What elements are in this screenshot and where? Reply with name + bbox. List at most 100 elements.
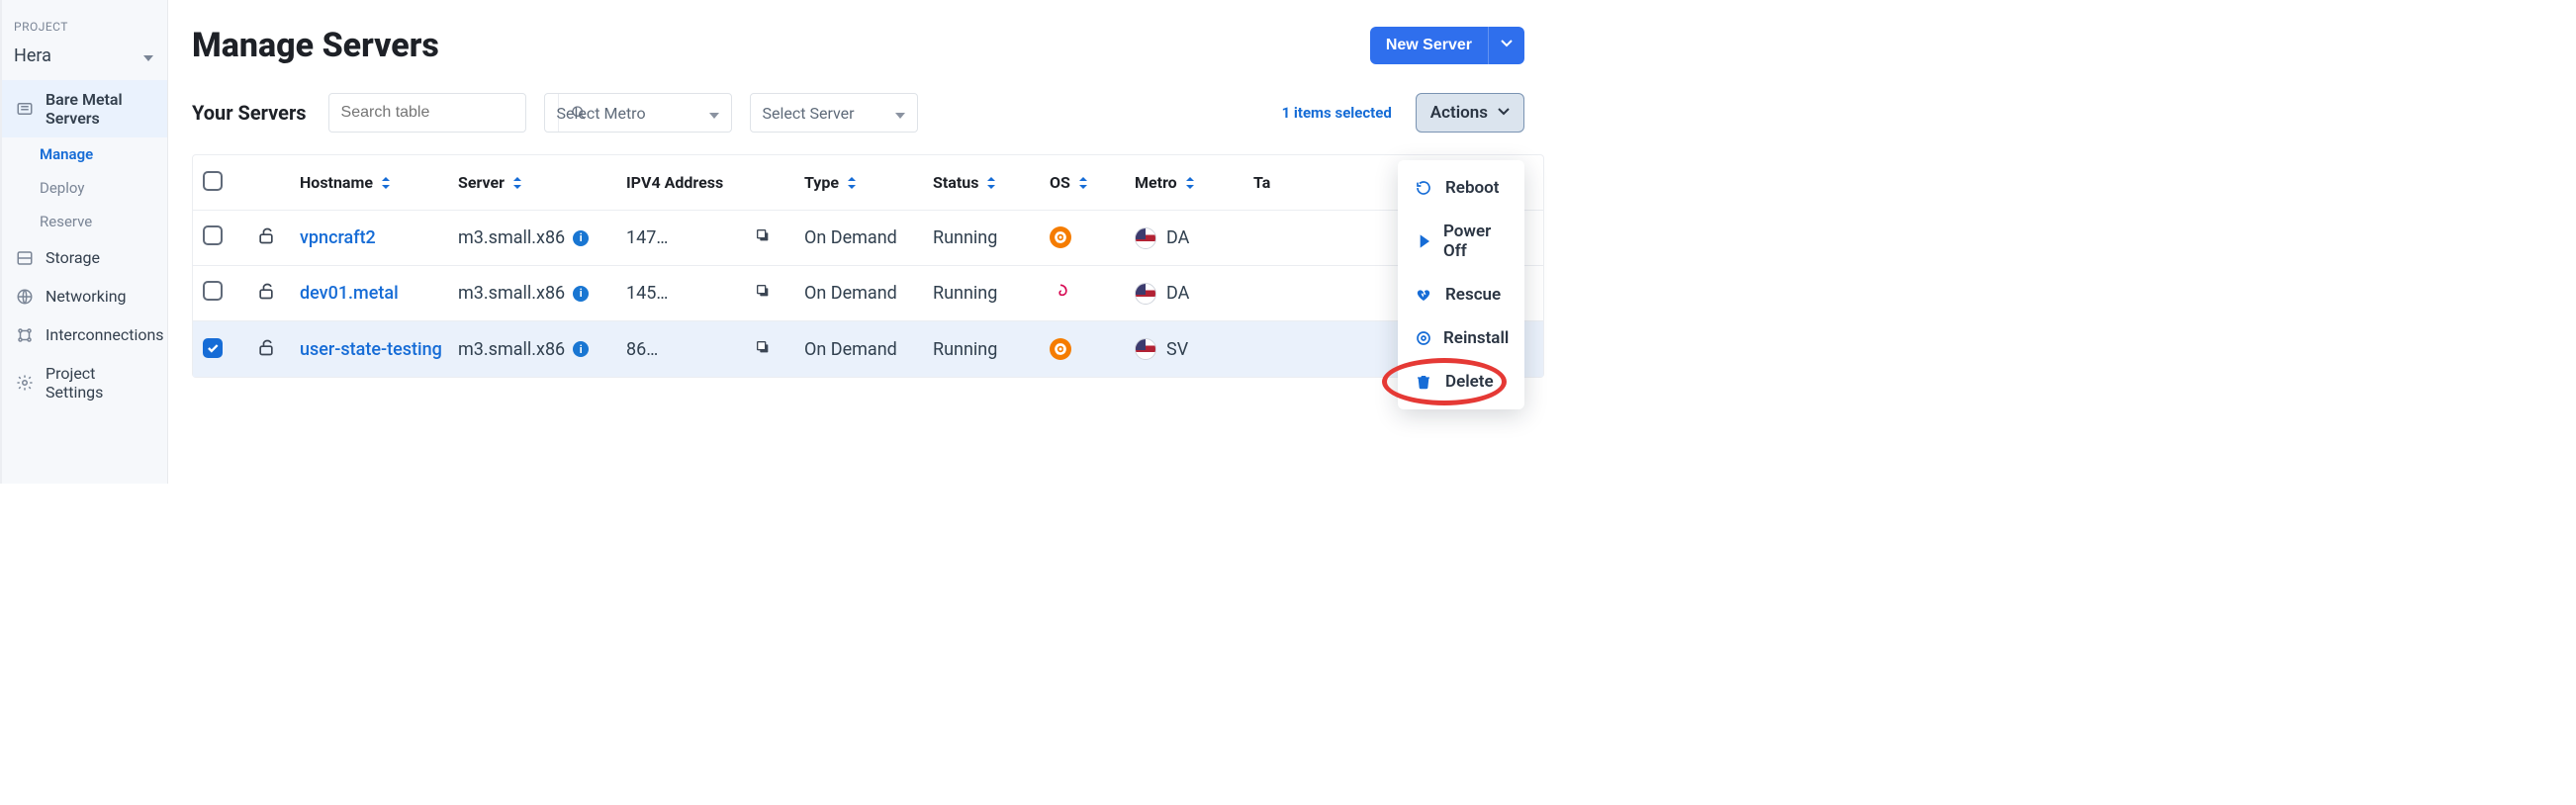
action-power-off[interactable]: Power Off <box>1398 210 1524 273</box>
metro-code: SV <box>1166 339 1188 360</box>
power-icon <box>1416 233 1431 249</box>
col-metro[interactable]: Metro <box>1135 173 1253 192</box>
interconnect-icon <box>16 326 34 344</box>
action-reinstall[interactable]: Reinstall <box>1398 316 1524 360</box>
table-row: vpncraft2m3.small.x86i147…On DemandRunni… <box>193 211 1543 266</box>
sort-icon <box>1078 177 1088 189</box>
sidebar-item-label: Interconnections <box>46 325 164 344</box>
sidebar: PROJECT Hera Bare Metal Servers Manage D… <box>0 0 168 484</box>
select-server-placeholder: Select Server <box>763 104 855 123</box>
copy-icon[interactable] <box>755 283 804 304</box>
gear-icon <box>16 374 34 392</box>
actions-button[interactable]: Actions <box>1416 93 1524 133</box>
sidebar-sub-reserve[interactable]: Reserve <box>0 205 167 238</box>
sidebar-item-bare-metal-servers[interactable]: Bare Metal Servers <box>0 80 167 137</box>
select-server-dropdown[interactable]: Select Server <box>750 93 918 133</box>
select-all-checkbox[interactable] <box>203 171 223 191</box>
col-os[interactable]: OS <box>1050 173 1135 192</box>
info-icon[interactable]: i <box>573 286 589 302</box>
hostname-link[interactable]: vpncraft2 <box>300 227 458 248</box>
billing-type: On Demand <box>804 227 933 248</box>
os-icon <box>1050 226 1071 248</box>
action-label: Reinstall <box>1443 328 1509 348</box>
sidebar-item-project-settings[interactable]: Project Settings <box>0 354 167 411</box>
sidebar-item-label: Bare Metal Servers <box>46 90 153 128</box>
info-icon[interactable]: i <box>573 341 589 357</box>
caret-down-icon <box>895 104 905 123</box>
sidebar-sub-deploy[interactable]: Deploy <box>0 171 167 205</box>
col-server-label: Server <box>458 173 505 192</box>
metro-code: DA <box>1166 283 1189 304</box>
col-status[interactable]: Status <box>933 173 1050 192</box>
metro-code: DA <box>1166 227 1189 248</box>
new-server-button-group: New Server <box>1370 27 1524 64</box>
sidebar-item-interconnections[interactable]: Interconnections <box>0 315 167 354</box>
new-server-dropdown-toggle[interactable] <box>1488 27 1524 64</box>
actions-label: Actions <box>1430 103 1488 123</box>
col-tags-label: Ta <box>1253 173 1270 192</box>
billing-type: On Demand <box>804 283 933 304</box>
col-status-label: Status <box>933 173 978 192</box>
row-checkbox[interactable] <box>203 338 223 358</box>
globe-icon <box>16 288 34 306</box>
project-name: Hera <box>14 45 51 66</box>
sort-icon <box>847 177 857 189</box>
col-server[interactable]: Server <box>458 173 626 192</box>
sidebar-sub-manage[interactable]: Manage <box>0 137 167 171</box>
action-delete[interactable]: Delete <box>1398 360 1524 403</box>
sidebar-item-storage[interactable]: Storage <box>0 238 167 277</box>
copy-icon[interactable] <box>755 339 804 360</box>
trash-icon <box>1416 374 1433 390</box>
server-list-icon <box>16 100 34 118</box>
action-label: Reboot <box>1445 178 1499 198</box>
os-icon <box>1050 281 1071 303</box>
caret-down-icon <box>709 104 719 123</box>
col-metro-label: Metro <box>1135 173 1177 192</box>
rescue-icon <box>1416 287 1433 303</box>
project-section-label: PROJECT <box>0 10 167 40</box>
sidebar-item-networking[interactable]: Networking <box>0 277 167 315</box>
new-server-button[interactable]: New Server <box>1370 27 1488 64</box>
server-type: m3.small.x86 <box>458 227 565 248</box>
server-type: m3.small.x86 <box>458 283 565 304</box>
action-rescue[interactable]: Rescue <box>1398 273 1524 316</box>
status: Running <box>933 283 1050 304</box>
select-metro-dropdown[interactable]: Select Metro <box>544 93 732 133</box>
billing-type: On Demand <box>804 339 933 360</box>
flag-icon <box>1135 227 1156 249</box>
action-label: Rescue <box>1445 285 1501 305</box>
reinstall-icon <box>1416 330 1431 346</box>
search-table-wrapper <box>328 93 526 133</box>
sort-icon <box>381 177 391 189</box>
sidebar-item-label: Project Settings <box>46 364 153 402</box>
table-row: user-state-testingm3.small.x86 i 86… On Dem… <box>193 321 1543 377</box>
os-icon <box>1050 338 1071 360</box>
flag-icon <box>1135 338 1156 360</box>
items-selected-badge: 1 items selected <box>1282 104 1392 122</box>
storage-icon <box>16 249 34 267</box>
action-reboot[interactable]: Reboot <box>1398 166 1524 210</box>
hostname-link[interactable]: dev01.metal <box>300 283 458 304</box>
info-icon[interactable]: i <box>573 230 589 246</box>
col-hostname[interactable]: Hostname <box>300 173 458 192</box>
chevron-down-icon <box>1501 37 1513 54</box>
col-type[interactable]: Type <box>804 173 933 192</box>
col-hostname-label: Hostname <box>300 173 373 192</box>
ipv4-address: 86… <box>626 339 755 360</box>
unlock-icon <box>256 229 276 250</box>
row-checkbox[interactable] <box>203 225 223 245</box>
hostname-link[interactable]: user-state-testing <box>300 339 458 360</box>
copy-icon[interactable] <box>755 227 804 248</box>
table-row: dev01.metalm3.small.x86i145…On DemandRun… <box>193 266 1543 321</box>
col-type-label: Type <box>804 173 839 192</box>
col-ipv4: IPV4 Address <box>626 173 804 192</box>
chevron-down-icon <box>1498 103 1510 123</box>
table-header-row: Hostname Server IPV4 Address Type Status <box>193 155 1543 211</box>
your-servers-label: Your Servers <box>192 101 307 125</box>
row-checkbox[interactable] <box>203 281 223 301</box>
project-selector[interactable]: Hera <box>0 40 167 80</box>
action-label: Delete <box>1445 372 1494 392</box>
actions-menu: Reboot Power Off Rescue Reinstall <box>1398 160 1524 409</box>
server-type: m3.small.x86 <box>458 339 565 360</box>
search-input[interactable] <box>329 104 558 122</box>
